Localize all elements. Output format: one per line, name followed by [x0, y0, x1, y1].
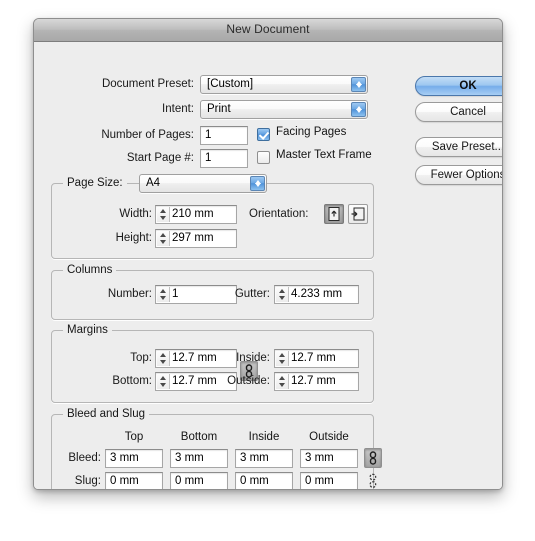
master-text-frame-label: Master Text Frame: [276, 149, 372, 161]
slug-outside-input[interactable]: 0 mm: [300, 472, 358, 489]
page-size-label: Page Size:: [63, 175, 127, 191]
bleed-slug-group-title: Bleed and Slug: [63, 408, 150, 420]
width-input[interactable]: 210 mm: [155, 205, 237, 224]
spinner-updown-icon[interactable]: [157, 351, 170, 366]
spinner-updown-icon[interactable]: [157, 374, 170, 389]
margin-inside-label: Inside:: [236, 352, 270, 364]
bleed-link-button[interactable]: [364, 448, 382, 468]
column-number-value: 1: [172, 288, 179, 300]
width-value: 210 mm: [172, 208, 214, 220]
height-value: 297 mm: [172, 232, 214, 244]
margin-inside-value: 12.7 mm: [291, 352, 336, 364]
slug-bottom-input[interactable]: 0 mm: [170, 472, 228, 489]
save-preset-button[interactable]: Save Preset...: [415, 137, 502, 157]
bleed-outside-input[interactable]: 3 mm: [300, 449, 358, 468]
margin-inside-input[interactable]: 12.7 mm: [274, 349, 359, 368]
columns-group: Columns Number: 1 Gutter: 4.233 mm: [51, 264, 374, 320]
dialog-body: Document Preset: [Custom] Intent: Print …: [34, 42, 502, 489]
margins-group-title: Margins: [63, 324, 112, 336]
spinner-updown-icon[interactable]: [157, 207, 170, 222]
slug-bottom-value: 0 mm: [175, 475, 204, 487]
number-of-pages-value: 1: [205, 129, 212, 141]
slug-top-value: 0 mm: [110, 475, 139, 487]
bleed-inside-input[interactable]: 3 mm: [235, 449, 293, 468]
margin-outside-input[interactable]: 12.7 mm: [274, 372, 359, 391]
ok-button[interactable]: OK: [415, 76, 502, 96]
margin-outside-label: Outside:: [227, 375, 270, 387]
chevron-updown-icon[interactable]: [351, 102, 366, 117]
page-size-select[interactable]: A4: [139, 174, 267, 193]
slug-link-button[interactable]: [365, 472, 383, 489]
slug-outside-value: 0 mm: [305, 475, 334, 487]
orientation-label: Orientation:: [249, 208, 309, 220]
portrait-page-icon: [328, 207, 340, 221]
number-of-pages-input[interactable]: 1: [200, 126, 248, 145]
spinner-updown-icon[interactable]: [276, 351, 289, 366]
spinner-updown-icon[interactable]: [157, 287, 170, 302]
chain-link-icon: [369, 451, 377, 465]
start-page-label: Start Page #:: [126, 152, 194, 164]
width-label: Width:: [119, 208, 152, 220]
spinner-updown-icon[interactable]: [157, 231, 170, 246]
slug-inside-input[interactable]: 0 mm: [235, 472, 293, 489]
facing-pages-label: Facing Pages: [276, 126, 347, 138]
spinner-updown-icon[interactable]: [276, 374, 289, 389]
bleed-outside-value: 3 mm: [305, 452, 334, 464]
orientation-portrait-button[interactable]: [324, 204, 344, 224]
document-preset-select[interactable]: [Custom]: [200, 75, 368, 94]
slug-top-input[interactable]: 0 mm: [105, 472, 163, 489]
page-size-value: A4: [146, 177, 161, 189]
column-number-label: Number:: [107, 288, 152, 300]
master-text-frame-checkbox[interactable]: [257, 151, 270, 164]
window-title: New Document: [226, 22, 310, 36]
height-input[interactable]: 297 mm: [155, 229, 237, 248]
gutter-value: 4.233 mm: [291, 288, 343, 300]
chevron-updown-icon[interactable]: [351, 77, 366, 92]
columns-group-title: Columns: [63, 264, 117, 276]
bleed-col-header-outside: Outside: [309, 431, 349, 443]
bleed-slug-group: Bleed and Slug Top Bottom Inside Outside…: [51, 408, 382, 489]
margin-outside-value: 12.7 mm: [291, 375, 336, 387]
chevron-updown-icon[interactable]: [250, 176, 265, 191]
cancel-button[interactable]: Cancel: [415, 102, 502, 122]
bleed-bottom-input[interactable]: 3 mm: [170, 449, 228, 468]
start-page-input[interactable]: 1: [200, 149, 248, 168]
bleed-col-header-top: Top: [124, 431, 144, 443]
document-preset-label: Document Preset:: [101, 78, 194, 90]
margin-bottom-label: Bottom:: [112, 375, 152, 387]
landscape-page-icon: [351, 207, 365, 221]
page-size-group: Page Size: A4 Width: 210 mm Height: 297 …: [51, 174, 374, 259]
slug-inside-value: 0 mm: [240, 475, 269, 487]
fewer-options-button[interactable]: Fewer Options: [415, 165, 502, 185]
bleed-bottom-value: 3 mm: [175, 452, 204, 464]
margin-top-label: Top:: [130, 352, 152, 364]
new-document-dialog: New Document Document Preset: [Custom] I…: [33, 18, 503, 490]
intent-select[interactable]: Print: [200, 100, 368, 119]
document-preset-value: [Custom]: [207, 78, 254, 90]
bleed-inside-value: 3 mm: [240, 452, 269, 464]
intent-value: Print: [207, 103, 231, 115]
gutter-input[interactable]: 4.233 mm: [274, 285, 359, 304]
intent-label: Intent:: [162, 103, 194, 115]
bleed-top-value: 3 mm: [110, 452, 139, 464]
bleed-row-label: Bleed:: [68, 452, 101, 464]
gutter-label: Gutter:: [234, 288, 270, 300]
title-bar[interactable]: New Document: [34, 19, 502, 42]
spinner-updown-icon[interactable]: [276, 287, 289, 302]
orientation-landscape-button[interactable]: [348, 204, 368, 224]
bleed-col-header-bottom: Bottom: [180, 431, 218, 443]
height-label: Height:: [115, 232, 152, 244]
start-page-value: 1: [205, 152, 212, 164]
bleed-col-header-inside: Inside: [248, 431, 280, 443]
slug-row-label: Slug:: [74, 475, 101, 487]
number-of-pages-label: Number of Pages:: [101, 129, 194, 141]
bleed-top-input[interactable]: 3 mm: [105, 449, 163, 468]
chain-broken-icon: [369, 473, 377, 488]
facing-pages-checkbox[interactable]: [257, 128, 270, 141]
margins-group: Margins Top: 12.7 mm Bottom: 12.7 mm Ins…: [51, 324, 374, 403]
